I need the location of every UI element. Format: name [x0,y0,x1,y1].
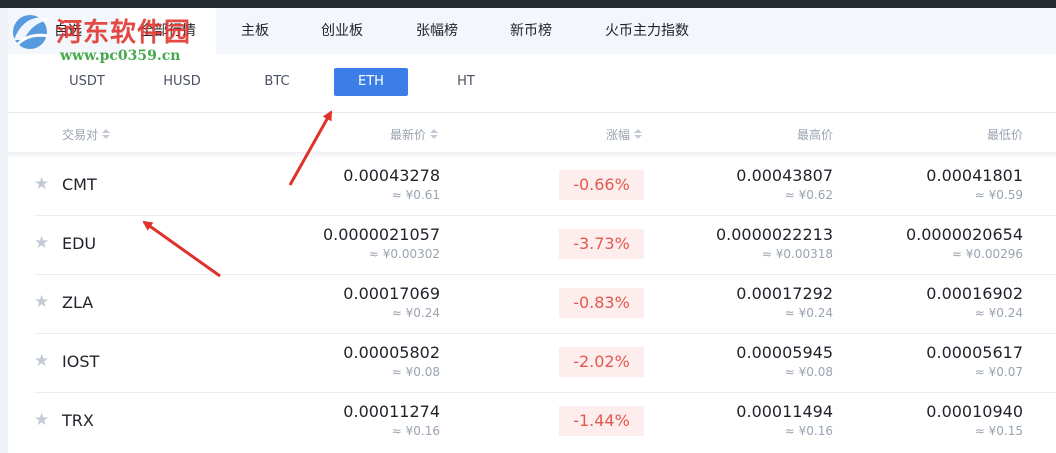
arrow-to-eth-tab [288,110,333,186]
arrow-to-cmt-row [142,220,221,278]
annotation-arrows [142,110,333,278]
